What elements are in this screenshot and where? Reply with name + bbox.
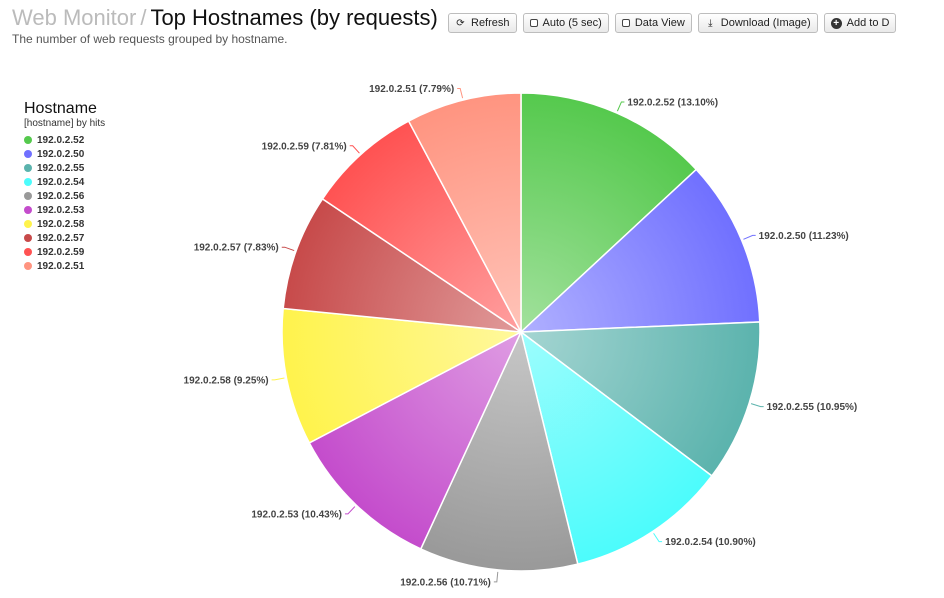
slice-label-192.0.2.59: 192.0.2.59 (7.81%) [262, 141, 347, 152]
label-connector [750, 403, 764, 408]
slice-label-192.0.2.58: 192.0.2.58 (9.25%) [184, 375, 269, 386]
label-connector [743, 234, 756, 240]
slice-label-192.0.2.54: 192.0.2.54 (10.90%) [665, 537, 756, 548]
label-connector [349, 145, 360, 154]
label-connector [271, 377, 285, 381]
label-connector [281, 246, 295, 252]
slice-label-192.0.2.51: 192.0.2.51 (7.79%) [369, 84, 454, 95]
label-connector [616, 101, 625, 112]
slice-label-192.0.2.52: 192.0.2.52 (13.10%) [627, 97, 718, 108]
label-connector [653, 532, 663, 543]
label-connector [344, 506, 356, 515]
slice-label-192.0.2.50: 192.0.2.50 (11.23%) [759, 231, 849, 242]
pie-chart: 192.0.2.52 (13.10%) 192.0.2.50 (11.23%) 19… [184, 84, 858, 588]
label-connector [457, 87, 464, 99]
slice-label-192.0.2.55: 192.0.2.55 (10.95%) [767, 402, 858, 413]
slice-label-192.0.2.53: 192.0.2.53 (10.43%) [251, 509, 342, 520]
label-connector [493, 571, 499, 583]
slice-label-192.0.2.56: 192.0.2.56 (10.71%) [400, 577, 491, 588]
pie-slices [281, 92, 761, 572]
slice-label-192.0.2.57: 192.0.2.57 (7.83%) [194, 243, 279, 254]
